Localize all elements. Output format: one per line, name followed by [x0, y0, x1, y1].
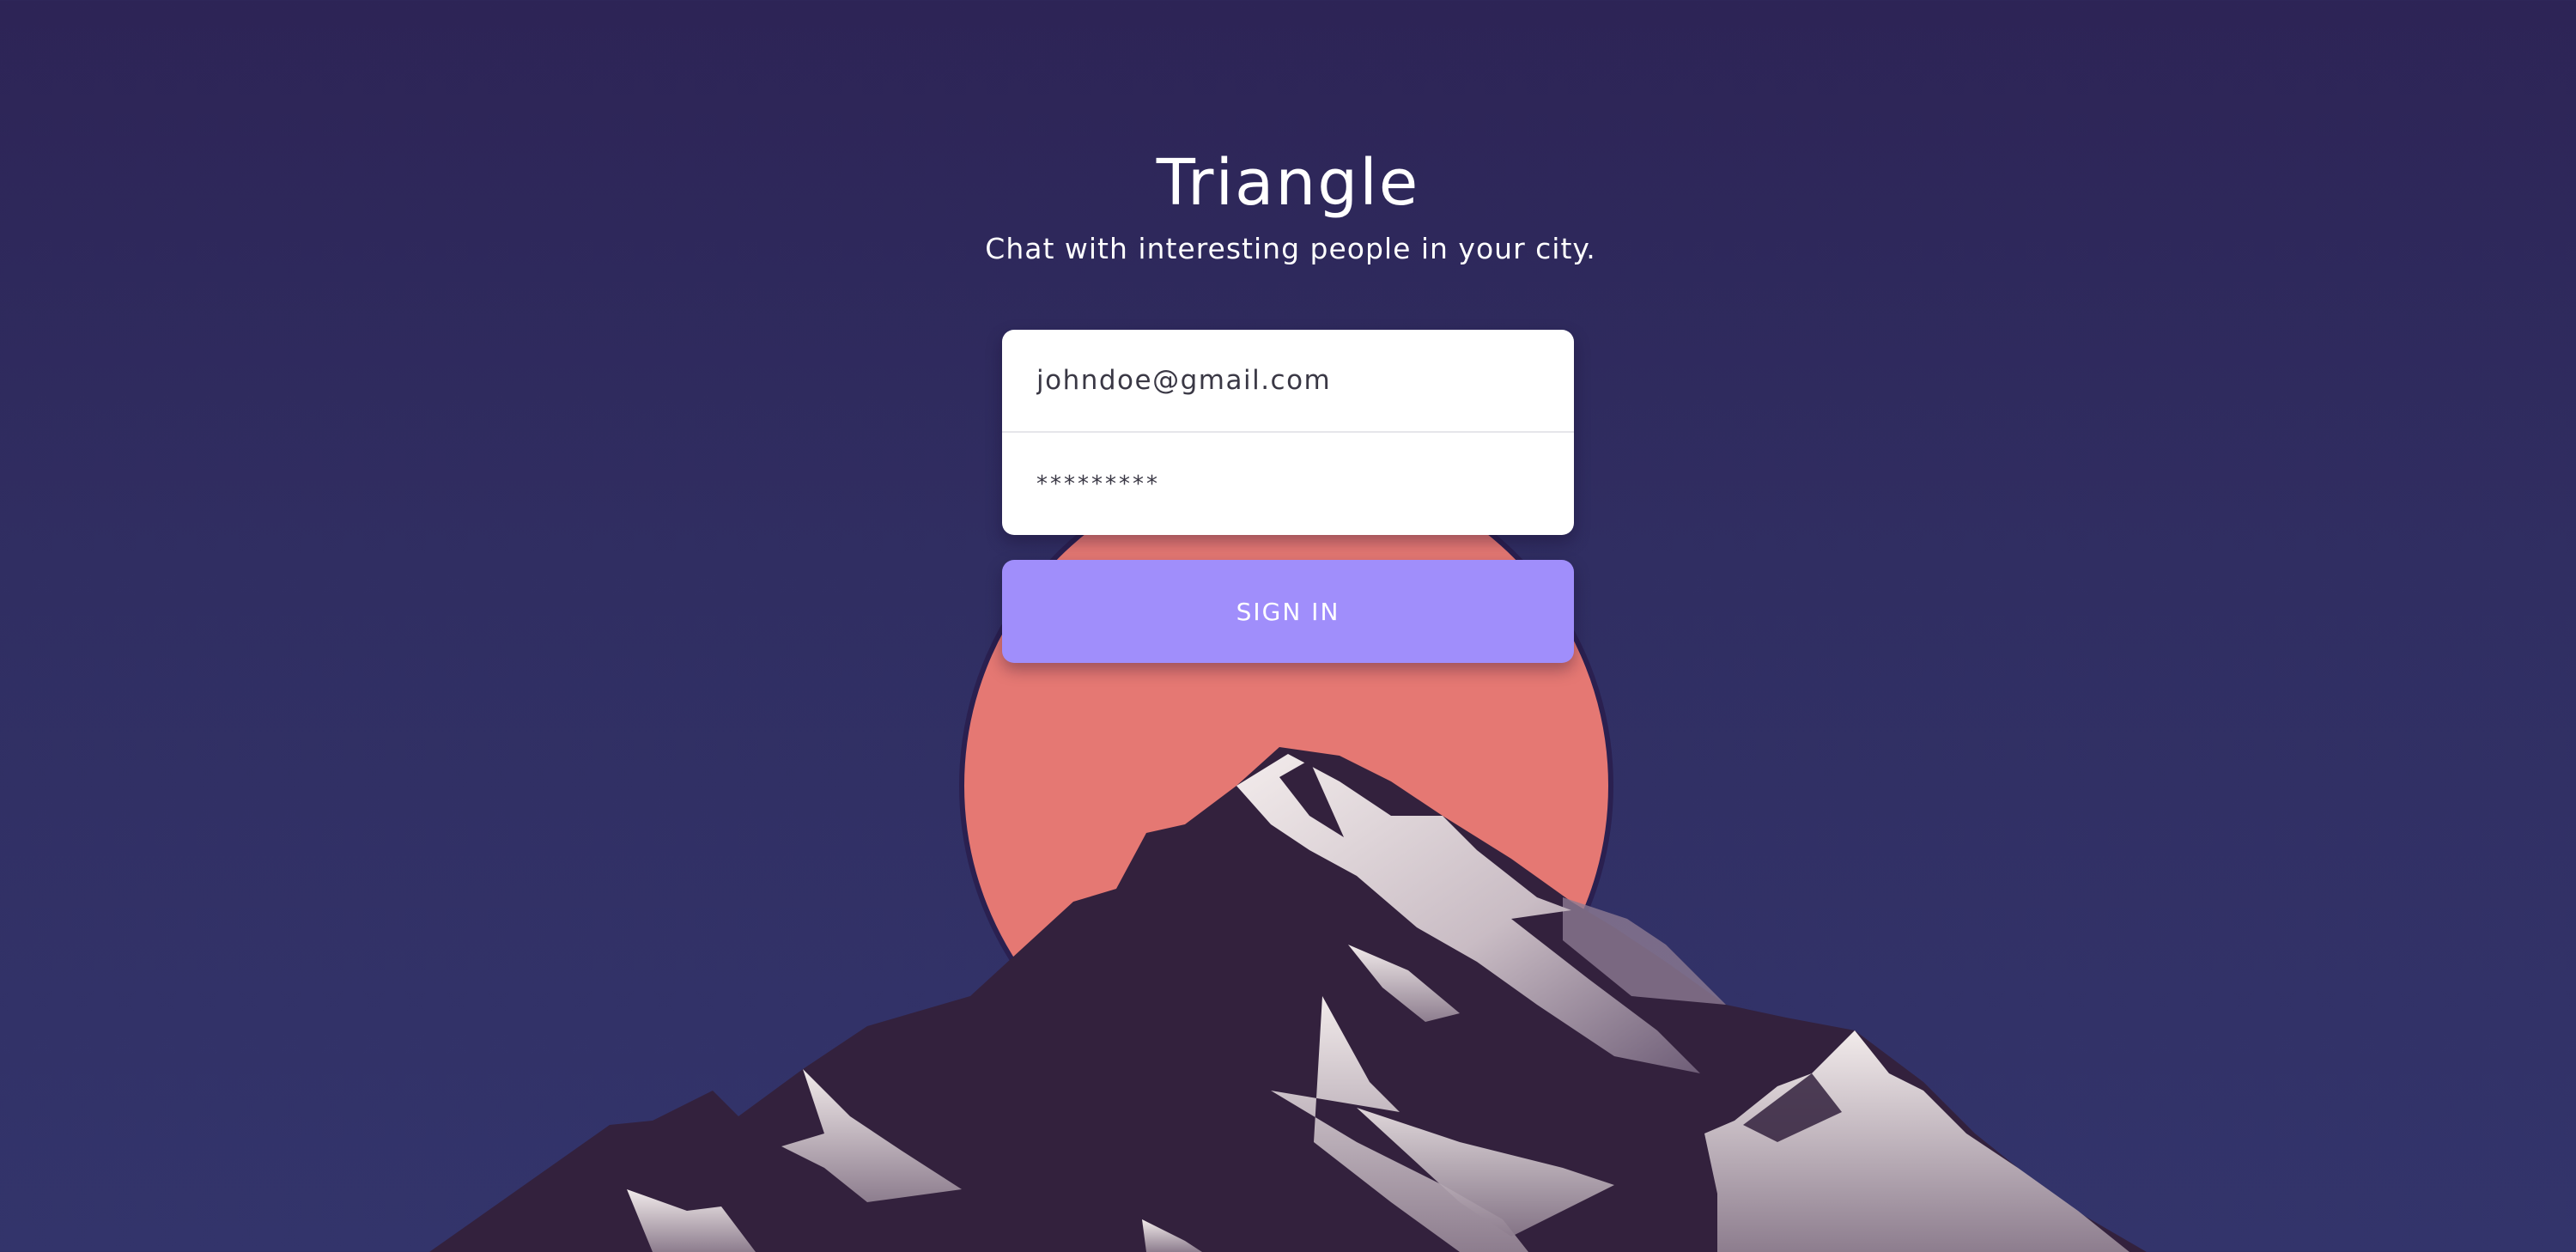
login-form	[1002, 330, 1574, 535]
password-field[interactable]	[1002, 433, 1574, 535]
app-title: Triangle	[1156, 146, 1420, 220]
email-field[interactable]	[1002, 330, 1574, 433]
app-tagline: Chat with interesting people in your cit…	[985, 232, 1596, 265]
sign-in-button[interactable]: SIGN IN	[1002, 560, 1574, 663]
login-screen: Triangle Chat with interesting people in…	[0, 0, 2576, 1252]
